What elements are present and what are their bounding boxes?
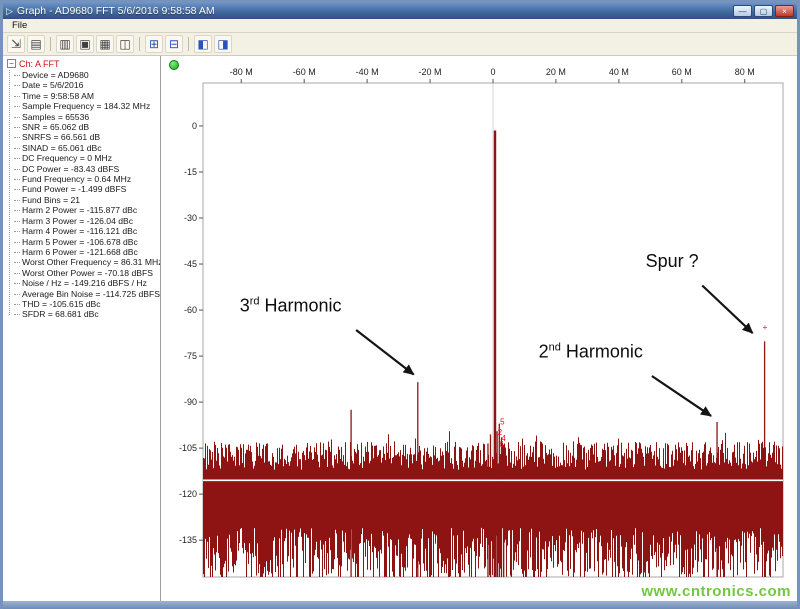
x-tick-label: -60 M	[293, 67, 316, 77]
legend-toggle-icon[interactable]: ⊟	[165, 35, 183, 53]
tree-item[interactable]: Fund Power = -1.499 dBFS	[12, 184, 160, 194]
cursor-lines-icon[interactable]: ▥	[56, 35, 74, 53]
x-tick-label: 60 M	[672, 67, 692, 77]
annotation-arrow	[701, 284, 754, 334]
toolbar-separator	[50, 37, 51, 51]
chart-annotation: 2nd Harmonic	[539, 342, 712, 417]
app-icon: ▷	[6, 6, 13, 16]
y-tick-label: -105	[179, 443, 197, 453]
window-controls: — ▢ ×	[733, 5, 794, 17]
tree-item[interactable]: Samples = 65536	[12, 112, 160, 122]
y-tick-label: -135	[179, 535, 197, 545]
status-ok-indicator	[169, 60, 179, 70]
chart-annotation: Spur ?	[646, 251, 754, 334]
bin-number-label: 5	[500, 418, 505, 427]
tree-root-label[interactable]: Ch: A FFT	[19, 59, 60, 69]
data-table-icon[interactable]: ▤	[27, 35, 45, 53]
tree-item[interactable]: DC Power = -83.43 dBFS	[12, 164, 160, 174]
y-tick-label: -120	[179, 489, 197, 499]
tree-item[interactable]: Harm 2 Power = -115.877 dBc	[12, 205, 160, 215]
y-tick-label: -60	[184, 305, 197, 315]
minimize-button[interactable]: —	[733, 5, 752, 17]
tree-item[interactable]: Fund Frequency = 0.64 MHz	[12, 174, 160, 184]
tree-item[interactable]: THD = -105.615 dBc	[12, 299, 160, 309]
sidebar-tree: − Ch: A FFT Device = AD9680 Date = 5/6/20…	[3, 56, 161, 601]
annotation-arrow	[651, 375, 712, 417]
x-axis-zoom-icon[interactable]: ◧	[194, 35, 212, 53]
annotation-text: 2nd Harmonic	[539, 342, 643, 362]
toolbar-separator	[139, 37, 140, 51]
tree-collapse-toggle[interactable]: −	[7, 59, 16, 68]
copy-icon[interactable]: ◫	[116, 35, 134, 53]
close-button[interactable]: ×	[775, 5, 794, 17]
annotation-text: 3rd Harmonic	[240, 296, 342, 316]
grid-toggle-icon[interactable]: ⊞	[145, 35, 163, 53]
tree-item[interactable]: Harm 4 Power = -116.121 dBc	[12, 226, 160, 236]
watermark: www.cntronics.com	[641, 583, 791, 600]
bin-number-label: 6	[499, 440, 504, 449]
tree-item[interactable]: Harm 6 Power = -121.668 dBc	[12, 247, 160, 257]
content: − Ch: A FFT Device = AD9680 Date = 5/6/20…	[3, 56, 797, 601]
tree-item[interactable]: Time = 9:58:58 AM	[12, 91, 160, 101]
y-tick-label: -45	[184, 259, 197, 269]
save-icon[interactable]: ▦	[96, 35, 114, 53]
tree-item[interactable]: Average Bin Noise = -114.725 dBFS	[12, 289, 160, 299]
y-tick-label: -75	[184, 351, 197, 361]
tree-item[interactable]: SFDR = 68.681 dBc	[12, 309, 160, 319]
tree-header: − Ch: A FFT	[7, 58, 160, 69]
y-tick-label: -15	[184, 167, 197, 177]
window-title: Graph - AD9680 FFT 5/6/2016 9:58:58 AM	[16, 5, 215, 17]
fft-chart[interactable]: 5246+-80 M -60 M -40 M -20 M 0 20 M 40 M 60 M 80…	[162, 56, 797, 601]
tree-item[interactable]: Date = 5/6/2016	[12, 80, 160, 90]
x-tick-label: -40 M	[356, 67, 379, 77]
window: ▷ Graph - AD9680 FFT 5/6/2016 9:58:58 AM…	[0, 0, 800, 609]
tree-item[interactable]: DC Frequency = 0 MHz	[12, 153, 160, 163]
x-tick-label: 20 M	[546, 67, 566, 77]
menu-file[interactable]: File	[5, 20, 34, 31]
window-resize-edge[interactable]	[3, 601, 797, 609]
graph-area: 5 2 4 6 + -80 M -60 M -40 M -20 M 0 20 M 40 M 60 M 80…	[162, 56, 797, 601]
x-tick-label: -80 M	[230, 67, 253, 77]
export-graph-icon[interactable]: ⇲	[7, 35, 25, 53]
y-tick-label: -30	[184, 213, 197, 223]
tree-items: Device = AD9680 Date = 5/6/2016 Time = 9:5…	[7, 70, 160, 320]
chart-annotation: 3rd Harmonic	[240, 296, 415, 376]
maximize-button[interactable]: ▢	[754, 5, 773, 17]
y-tick-label: 0	[192, 121, 197, 131]
annotation-icon[interactable]: ▣	[76, 35, 94, 53]
y-tick-label: -90	[184, 397, 197, 407]
tree-item[interactable]: Noise / Hz = -149.216 dBFS / Hz	[12, 278, 160, 288]
annotation-text: Spur ?	[646, 251, 699, 271]
tree-item[interactable]: Worst Other Power = -70.18 dBFS	[12, 268, 160, 278]
tree-item[interactable]: SINAD = 65.061 dBc	[12, 143, 160, 153]
toolbar: ⇲ ▤ ▥ ▣ ▦ ◫ ⊞ ⊟ ◧ ◨	[3, 33, 797, 56]
tree-item[interactable]: Device = AD9680	[12, 70, 160, 80]
bin-number-label: +	[763, 323, 768, 332]
x-tick-label: 40 M	[609, 67, 629, 77]
tree-item[interactable]: SNRFS = 66.561 dB	[12, 132, 160, 142]
tree-item[interactable]: Sample Frequency = 184.32 MHz	[12, 101, 160, 111]
x-tick-label: 0	[490, 67, 495, 77]
tree-item[interactable]: Worst Other Frequency = 86.31 MHz	[12, 257, 160, 267]
tree-item[interactable]: Harm 5 Power = -106.678 dBc	[12, 237, 160, 247]
tree-item[interactable]: SNR = 65.062 dB	[12, 122, 160, 132]
y-axis-zoom-icon[interactable]: ◨	[214, 35, 232, 53]
x-tick-label: -20 M	[419, 67, 442, 77]
x-tick-label: 80 M	[735, 67, 755, 77]
titlebar[interactable]: ▷ Graph - AD9680 FFT 5/6/2016 9:58:58 AM…	[3, 3, 797, 19]
annotation-arrow	[355, 329, 415, 376]
toolbar-separator	[188, 37, 189, 51]
tree-item[interactable]: Fund Bins = 21	[12, 195, 160, 205]
tree-item[interactable]: Harm 3 Power = -126.04 dBc	[12, 216, 160, 226]
menubar: File	[3, 19, 797, 33]
